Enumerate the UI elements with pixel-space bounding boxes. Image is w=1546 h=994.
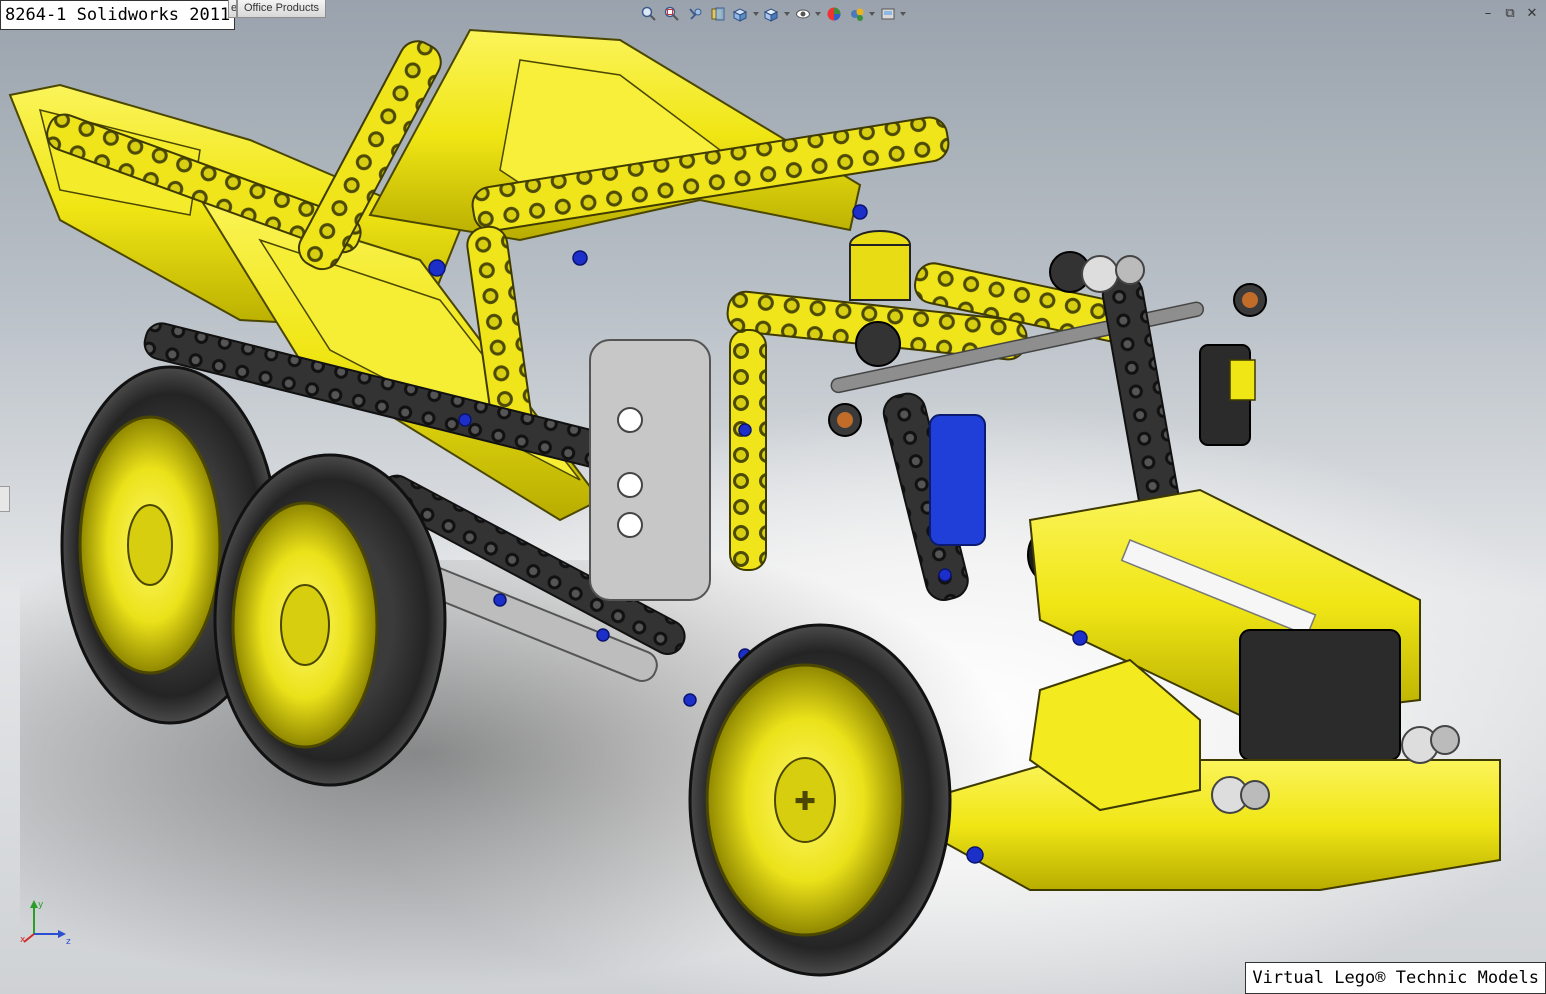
document-tabs: e Office Products bbox=[228, 0, 326, 18]
triad-x-label: x bbox=[20, 935, 26, 945]
tab-partial[interactable]: e bbox=[228, 0, 237, 18]
coordinate-triad: y z x bbox=[20, 900, 71, 946]
graphics-viewport[interactable]: ✚ 8264-1 Solidworks 2011 e Office Produc… bbox=[0, 0, 1546, 994]
chevron-down-icon[interactable] bbox=[815, 4, 821, 24]
previous-view-icon[interactable] bbox=[684, 4, 705, 24]
chevron-down-icon[interactable] bbox=[753, 4, 759, 24]
rear-wheel-inner bbox=[213, 453, 447, 787]
hide-show-items-icon[interactable] bbox=[792, 4, 813, 24]
watermark-label: Virtual Lego® Technic Models bbox=[1245, 962, 1546, 994]
front-hood bbox=[939, 488, 1501, 891]
apply-scene-icon[interactable] bbox=[846, 4, 867, 24]
edit-appearance-icon[interactable] bbox=[823, 4, 844, 24]
svg-text:✚: ✚ bbox=[794, 787, 816, 817]
heads-up-view-toolbar bbox=[638, 4, 906, 24]
triad-z-label: z bbox=[66, 937, 71, 946]
view-settings-icon[interactable] bbox=[877, 4, 898, 24]
restore-button[interactable]: ⧉ bbox=[1502, 6, 1518, 22]
view-orientation-icon[interactable] bbox=[730, 4, 751, 24]
triad-y-label: y bbox=[38, 900, 44, 910]
minimize-button[interactable]: – bbox=[1480, 6, 1496, 22]
close-button[interactable]: ✕ bbox=[1524, 6, 1540, 22]
front-wheel: ✚ bbox=[688, 623, 952, 977]
lego-truck-model[interactable]: ✚ bbox=[0, 0, 1546, 994]
chevron-down-icon[interactable] bbox=[869, 4, 875, 24]
chevron-down-icon[interactable] bbox=[784, 4, 790, 24]
zoom-to-area-icon[interactable] bbox=[661, 4, 682, 24]
zoom-to-fit-icon[interactable] bbox=[638, 4, 659, 24]
display-style-icon[interactable] bbox=[761, 4, 782, 24]
chevron-down-icon[interactable] bbox=[900, 4, 906, 24]
model-title-label: 8264-1 Solidworks 2011 bbox=[0, 0, 236, 30]
tab-office-products[interactable]: Office Products bbox=[237, 0, 326, 18]
window-controls: – ⧉ ✕ bbox=[1480, 6, 1540, 22]
section-view-icon[interactable] bbox=[707, 4, 728, 24]
panel-expand-handle[interactable] bbox=[0, 486, 10, 512]
